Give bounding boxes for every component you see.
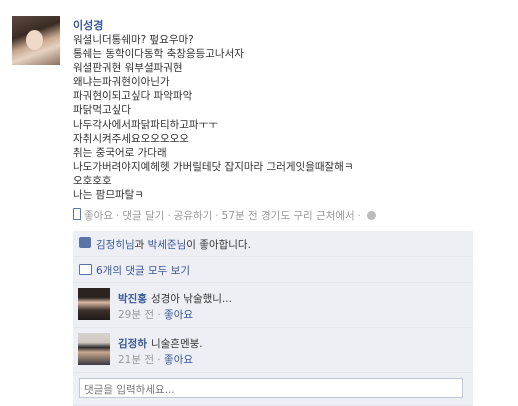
post-line: 나는 팜므파탈ㅋ bbox=[73, 189, 144, 202]
liker-name[interactable]: 박세준님 bbox=[148, 239, 187, 251]
comment-time[interactable]: 21분 전 bbox=[118, 354, 154, 366]
post-line: 통쉐는 동학이다동학 축창응등고나서자 bbox=[73, 48, 244, 61]
author-name[interactable]: 이성경 bbox=[73, 17, 103, 33]
comment-meta: 29분 전 · 좋아요 bbox=[118, 309, 194, 321]
separator: · bbox=[357, 210, 361, 222]
globe-icon[interactable] bbox=[366, 211, 376, 220]
comments-section: 김정히님과 박세준님이 좋아합니다. 6개의 댓글 모두 보기 박진홍 성경아 낚… bbox=[73, 226, 473, 406]
likes-row: 김정히님과 박세준님이 좋아합니다. bbox=[73, 231, 473, 257]
separator: · bbox=[167, 210, 171, 222]
comment-text: 성경아 낚술했니... bbox=[150, 293, 232, 305]
separator: · bbox=[115, 210, 120, 222]
likes-suffix: 이 좋아합니다. bbox=[186, 239, 251, 251]
comment-like-link[interactable]: 좋아요 bbox=[164, 309, 193, 321]
comment-line: 김정하 니술흔멘붕. bbox=[118, 336, 203, 351]
likes-conjunction: 과 bbox=[134, 239, 148, 251]
comment-input-row: 댓글을 입력하세요... bbox=[73, 373, 473, 406]
commenter-name[interactable]: 김정하 bbox=[118, 338, 147, 350]
mobile-icon bbox=[73, 208, 81, 220]
comment-text: 니술흔멘붕. bbox=[150, 338, 203, 350]
comment-meta: 21분 전 · 좋아요 bbox=[118, 354, 194, 366]
post-line: 나도가버려야지예헤헷 가버릴테닷 잡지마라 그러게잇을때잘해ㅋ bbox=[73, 160, 354, 173]
commenter-avatar[interactable] bbox=[78, 333, 110, 365]
comment-link[interactable]: 댓글 달기 bbox=[122, 210, 164, 222]
post-body: 워셜니더통쉐마? 펖요우마? 통쉐는 동학이다동학 축창응등고나서자 워셜판궈현… bbox=[73, 33, 503, 202]
post-line: 파닭먹고싶다 bbox=[73, 104, 131, 117]
post-line: 취는 중국어로 가다래 bbox=[73, 146, 167, 159]
comment-input[interactable]: 댓글을 입력하세요... bbox=[79, 378, 463, 398]
share-link[interactable]: 공유하기 bbox=[174, 210, 213, 222]
post-line: 왜냐는파궈현이아닌가 bbox=[73, 76, 170, 89]
post-line: 자취시켜주세요오오오오오 bbox=[73, 132, 189, 145]
post-line: 나두각사에서파닭파티하고파ㅜㅜ bbox=[73, 118, 218, 131]
view-all-comments-link[interactable]: 6개의 댓글 모두 보기 bbox=[96, 263, 190, 278]
comment-line: 박진홍 성경아 낚술했니... bbox=[118, 291, 232, 306]
commenter-name[interactable]: 박진홍 bbox=[118, 293, 147, 305]
post-line: 워셜판궈현 워부셜파궈현 bbox=[73, 62, 183, 75]
author-avatar[interactable] bbox=[12, 16, 60, 65]
comment-item: 김정하 니술흔멘붕. 21분 전 · 좋아요 bbox=[73, 328, 473, 373]
like-link[interactable]: 좋아요 bbox=[84, 210, 113, 222]
comment-like-link[interactable]: 좋아요 bbox=[164, 354, 193, 366]
liker-name[interactable]: 김정히님 bbox=[96, 239, 135, 251]
avatar-face bbox=[26, 30, 43, 50]
likes-text: 김정히님과 박세준님이 좋아합니다. bbox=[96, 237, 251, 252]
comment-item: 박진홍 성경아 낚술했니... 29분 전 · 좋아요 bbox=[73, 283, 473, 328]
post-line: 오호호호 bbox=[73, 174, 112, 187]
post-time-location[interactable]: 57분 전 경기도 구리 근처에서 bbox=[222, 210, 355, 222]
post-line: 파궈현이되고싶다 파악파악 bbox=[73, 90, 193, 103]
view-all-comments-row[interactable]: 6개의 댓글 모두 보기 bbox=[73, 257, 473, 283]
post-line: 워셜니더통쉐마? 펖요우마? bbox=[73, 34, 194, 46]
comment-time[interactable]: 29분 전 bbox=[118, 309, 154, 321]
thumbs-up-icon bbox=[79, 237, 91, 248]
comment-icon bbox=[79, 264, 92, 275]
separator: · bbox=[215, 210, 219, 222]
comment-input-placeholder: 댓글을 입력하세요... bbox=[84, 384, 175, 396]
post-actions: 좋아요 · 댓글 달기 · 공유하기 · 57분 전 경기도 구리 근처에서 · bbox=[73, 208, 376, 223]
commenter-avatar[interactable] bbox=[78, 288, 110, 320]
